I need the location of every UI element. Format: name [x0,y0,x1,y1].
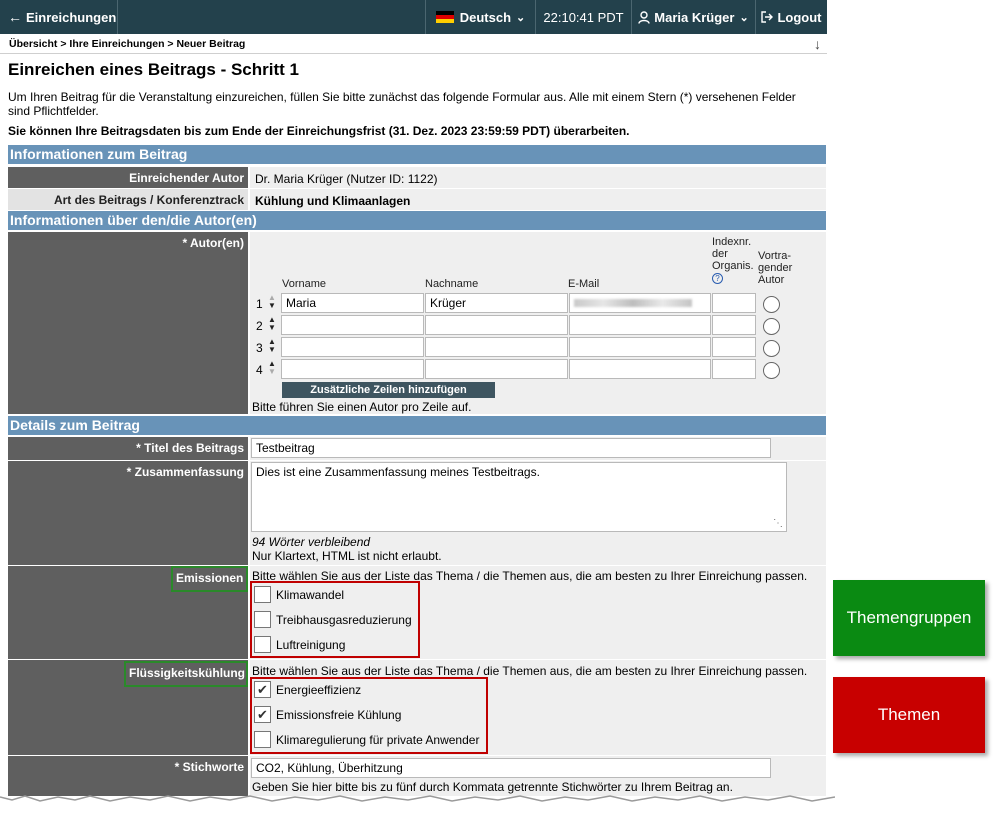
col-header-org-index-text: Indexnr. der Organis. [712,236,754,272]
abstract-label: * Zusammenfassung [8,461,248,565]
user-name: Maria Krüger [654,9,735,25]
col-header-last-name: Nachname [425,278,479,290]
email-input[interactable] [569,315,711,335]
reorder-arrows-icon[interactable]: ▲ ▼ [268,294,278,310]
org-index-input[interactable] [712,337,756,357]
back-to-submissions-button[interactable]: ← Einreichungen [0,0,118,34]
first-name-input[interactable]: Maria [281,293,424,313]
legend-topics: Themen [833,677,985,753]
track-value: Kühlung und Klimaanlagen [250,189,826,210]
email-input[interactable] [569,337,711,357]
last-name-input[interactable] [425,359,568,379]
breadcrumb: Übersicht > Ihre Einreichungen > Neuer B… [0,34,827,54]
reorder-arrows-icon[interactable]: ▲ ▼ [268,338,278,354]
legend-topic-groups: Themengruppen [833,580,985,656]
page: ← Einreichungen Deutsch ⌄ 22:10:41 PDT M… [0,0,827,803]
first-name-input[interactable] [281,337,424,357]
section-header-authors: Informationen über den/die Autor(en) [8,211,826,230]
page-title: Einreichen eines Beitrags - Schritt 1 [8,60,299,79]
language-label: Deutsch [459,9,512,25]
top-nav-bar: ← Einreichungen Deutsch ⌄ 22:10:41 PDT M… [0,0,827,34]
logout-icon [761,11,774,23]
keywords-input[interactable]: CO2, Kühlung, Überhitzung [251,758,771,778]
annotation-topics-box [250,581,420,658]
language-selector[interactable]: Deutsch ⌄ [425,0,535,34]
last-name-input[interactable] [425,337,568,357]
presenting-author-radio[interactable] [763,296,780,313]
col-header-presenting: Vortra-gender Autor [758,250,793,286]
logout-label: Logout [777,9,822,25]
chevron-down-icon: ⌄ [739,11,749,24]
email-input[interactable] [569,293,711,313]
back-label: Einreichungen [26,9,117,25]
time-text: 22:10:41 PDT [543,9,624,25]
first-name-input[interactable] [281,315,424,335]
keywords-hint: Geben Sie hier bitte bis zu fünf durch K… [252,780,733,794]
german-flag-icon [435,11,454,23]
first-name-input[interactable] [281,359,424,379]
abstract-textarea[interactable]: Dies ist eine Zusammenfassung meines Tes… [251,462,787,532]
authors-label: * Autor(en) [8,232,248,414]
reorder-arrows-icon[interactable]: ▲ ▼ [268,360,278,376]
col-header-org-index: Indexnr. der Organis. ? [712,236,758,284]
plain-text-hint: Nur Klartext, HTML ist nicht erlaubt. [252,549,442,563]
presenting-author-radio[interactable] [763,362,780,379]
arrow-left-icon: ← [8,9,22,25]
email-redacted [574,299,692,307]
presenting-author-radio[interactable] [763,340,780,357]
submitter-value: Dr. Maria Krüger (Nutzer ID: 1122) [250,167,826,188]
user-menu[interactable]: Maria Krüger ⌄ [631,0,755,34]
logout-button[interactable]: Logout [755,0,827,34]
row-number: 2 [256,319,263,333]
deadline-note: Sie können Ihre Beitragsdaten bis zum En… [8,124,630,138]
last-name-input[interactable]: Krüger [425,293,568,313]
torn-edge-decoration [0,795,835,809]
topic-hint: Bitte wählen Sie aus der Liste das Thema… [252,664,808,678]
row-number: 1 [256,297,263,311]
org-index-input[interactable] [712,293,756,313]
section-header-details: Details zum Beitrag [8,416,826,435]
words-remaining: 94 Wörter verbleibend [252,535,371,549]
last-name-input[interactable] [425,315,568,335]
annotation-group-box [124,661,248,687]
col-header-first-name: Vorname [282,278,327,290]
org-index-input[interactable] [712,359,756,379]
row-number: 3 [256,341,263,355]
chevron-down-icon: ⌄ [516,11,526,24]
add-rows-button[interactable]: Zusätzliche Zeilen hinzufügen [282,382,495,398]
row-number: 4 [256,363,263,377]
title-label: * Titel des Beitrags [8,437,248,460]
annotation-topics-box [250,677,488,754]
reorder-arrows-icon[interactable]: ▲ ▼ [268,316,278,332]
annotation-group-box [171,566,248,592]
keywords-label: * Stichworte [8,756,248,796]
org-index-input[interactable] [712,315,756,335]
col-header-email: E-Mail [568,278,600,290]
title-input[interactable]: Testbeitrag [251,438,771,458]
track-label: Art des Beitrags / Konferenztrack [8,189,248,210]
intro-text: Um Ihren Beitrag für die Veranstaltung e… [8,90,796,118]
breadcrumb-text[interactable]: Übersicht > Ihre Einreichungen > Neuer B… [9,38,245,50]
presenting-author-radio[interactable] [763,318,780,335]
arrow-down-icon[interactable]: ↓ [814,36,821,52]
section-header-info: Informationen zum Beitrag [8,145,826,164]
user-icon [638,10,650,24]
email-input[interactable] [569,359,711,379]
clock-display: 22:10:41 PDT [535,0,631,34]
submitter-label: Einreichender Autor [8,167,248,188]
resize-handle-icon[interactable]: ⋱ [773,518,783,529]
authors-hint: Bitte führen Sie einen Autor pro Zeile a… [252,400,472,414]
help-icon[interactable]: ? [712,273,723,284]
